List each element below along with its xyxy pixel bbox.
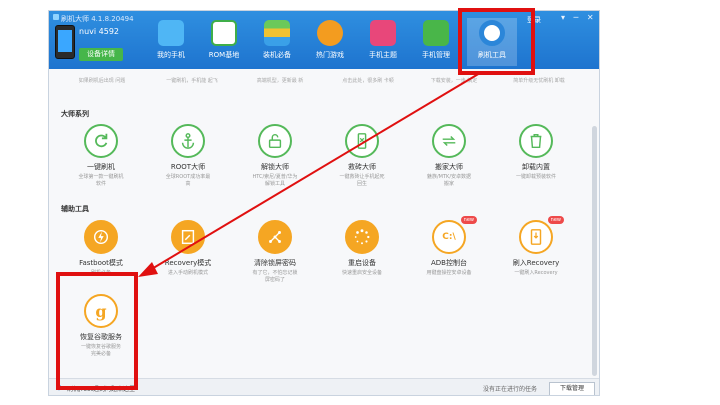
- anchor-icon: [171, 124, 205, 158]
- recovery-mode[interactable]: Recovery模式 进入手动刷机模式: [146, 220, 230, 277]
- terminal-icon: C:\: [432, 220, 466, 254]
- item-name: 一键刷机: [87, 163, 115, 171]
- pattern-lock-icon: [258, 220, 292, 254]
- phone-icon: [55, 25, 75, 59]
- partial-desc: 下载安装，一步 搞定: [430, 78, 478, 84]
- device-detail-button[interactable]: 设备详情: [79, 48, 123, 61]
- partial-desc: 点击此处，很多刷 卡顿: [342, 78, 394, 84]
- task-status: 没有正在进行的任务: [483, 386, 538, 393]
- item-desc: 一键卸载预装软件: [515, 174, 556, 180]
- gamepad-icon: [317, 20, 343, 46]
- item-name: 救砖大师: [348, 163, 376, 171]
- item-desc: 一键救砖让手机起死 回生: [339, 174, 385, 187]
- apps-icon: [264, 20, 290, 46]
- item-name: Recovery模式: [164, 259, 212, 267]
- trash-icon: [519, 124, 553, 158]
- item-desc: 全球ROOT成功率最 高: [165, 174, 211, 187]
- item-desc: 用键盘操控安卓设备: [426, 270, 472, 276]
- partial-desc: 简单升级无忧刷机 卸载: [513, 78, 565, 84]
- item-name: 卸载内置: [522, 163, 550, 171]
- transfer-icon: [432, 124, 466, 158]
- item-desc: 魅族/MTK/安卓数据 搬家: [426, 174, 472, 187]
- new-badge: new: [460, 216, 477, 224]
- tab-rom[interactable]: ROM基地: [202, 18, 246, 66]
- phone-manage-icon: [423, 20, 449, 46]
- move-master[interactable]: 搬家大师 魅族/MTK/安卓数据 搬家: [407, 124, 491, 188]
- rom-icon: [211, 20, 237, 46]
- highlight-box-google: [56, 272, 138, 390]
- tab-label: 装机必备: [263, 51, 291, 59]
- item-name: Fastboot模式: [79, 259, 123, 267]
- scrollbar[interactable]: [592, 126, 597, 376]
- window-title: 刷机大师 4.1.8.20494: [61, 15, 134, 23]
- section-master: 大师系列: [61, 110, 89, 118]
- item-name: 搬家大师: [435, 163, 463, 171]
- partial-desc: 一键刷机，手机能 起飞: [166, 78, 218, 84]
- loading-icon: [345, 220, 379, 254]
- tab-label: ROM基地: [208, 51, 240, 59]
- one-click-flash[interactable]: 一键刷机 全球第一款一键刷机 软件: [59, 124, 143, 188]
- item-desc: 进入手动刷机模式: [167, 270, 208, 276]
- phone-rescue-icon: [345, 124, 379, 158]
- tab-label: 热门游戏: [316, 51, 344, 59]
- item-desc: 全球第一款一键刷机 软件: [78, 174, 124, 187]
- edit-icon: [171, 220, 205, 254]
- tab-games[interactable]: 热门游戏: [308, 18, 352, 66]
- reboot-device[interactable]: 重启设备 快速重启安全设备: [320, 220, 404, 277]
- tab-apps[interactable]: 装机必备: [255, 18, 299, 66]
- fastboot-mode[interactable]: Fastboot模式 刷机必备: [59, 220, 143, 277]
- item-name: 清除锁屏密码: [254, 259, 296, 267]
- partial-desc: 高端机型，更新最 新: [256, 78, 304, 84]
- lightning-icon: [84, 220, 118, 254]
- shirt-icon: [370, 20, 396, 46]
- new-badge: new: [547, 216, 564, 224]
- item-desc: 有了它，不怕忘记锁 屏密码了: [252, 270, 298, 283]
- unlock-icon: [258, 124, 292, 158]
- cloud-icon: [158, 20, 184, 46]
- item-desc: HTC/索尼/夏普/华为 解锁工具: [252, 174, 298, 187]
- refresh-icon: [84, 124, 118, 158]
- item-desc: 快速重启安全设备: [341, 270, 382, 276]
- download-manager-button[interactable]: 下载管理: [549, 382, 595, 395]
- item-name: 刷入Recovery: [512, 259, 560, 267]
- item-desc: 一键刷入Recovery: [514, 270, 558, 276]
- item-name: 重启设备: [348, 259, 376, 267]
- adb-console[interactable]: C:\ new ADB控制台 用键盘操控安卓设备: [407, 216, 491, 277]
- window-controls[interactable]: ▾ ─ ✕: [561, 13, 597, 22]
- uninstall-builtin[interactable]: 卸载内置 一键卸载预装软件: [494, 124, 578, 181]
- highlight-box-tools: [458, 8, 535, 75]
- flash-recovery[interactable]: new 刷入Recovery 一键刷入Recovery: [494, 216, 578, 277]
- clear-lock-password[interactable]: 清除锁屏密码 有了它，不怕忘记锁 屏密码了: [233, 220, 317, 284]
- tab-phone-manage[interactable]: 手机管理: [414, 18, 458, 66]
- app-logo-icon: [53, 14, 59, 20]
- tab-label: 手机管理: [422, 51, 450, 59]
- tab-my-phone[interactable]: 我的手机: [149, 18, 193, 66]
- tab-label: 手机主题: [369, 51, 397, 59]
- rescue-master[interactable]: 救砖大师 一键救砖让手机起死 回生: [320, 124, 404, 188]
- tab-label: 我的手机: [157, 51, 185, 59]
- tab-themes[interactable]: 手机主题: [361, 18, 405, 66]
- item-name: ADB控制台: [431, 259, 467, 267]
- unlock-master[interactable]: 解锁大师 HTC/索尼/夏普/华为 解锁工具: [233, 124, 317, 188]
- root-master[interactable]: ROOT大师 全球ROOT成功率最 高: [146, 124, 230, 188]
- partial-desc: 如果刷机后出现 问题: [78, 78, 126, 84]
- device-name: nuvi 4592: [79, 27, 119, 36]
- phone-flash-icon: [519, 220, 553, 254]
- section-aux: 辅助工具: [61, 205, 89, 213]
- item-name: ROOT大师: [170, 163, 206, 171]
- item-name: 解锁大师: [261, 163, 289, 171]
